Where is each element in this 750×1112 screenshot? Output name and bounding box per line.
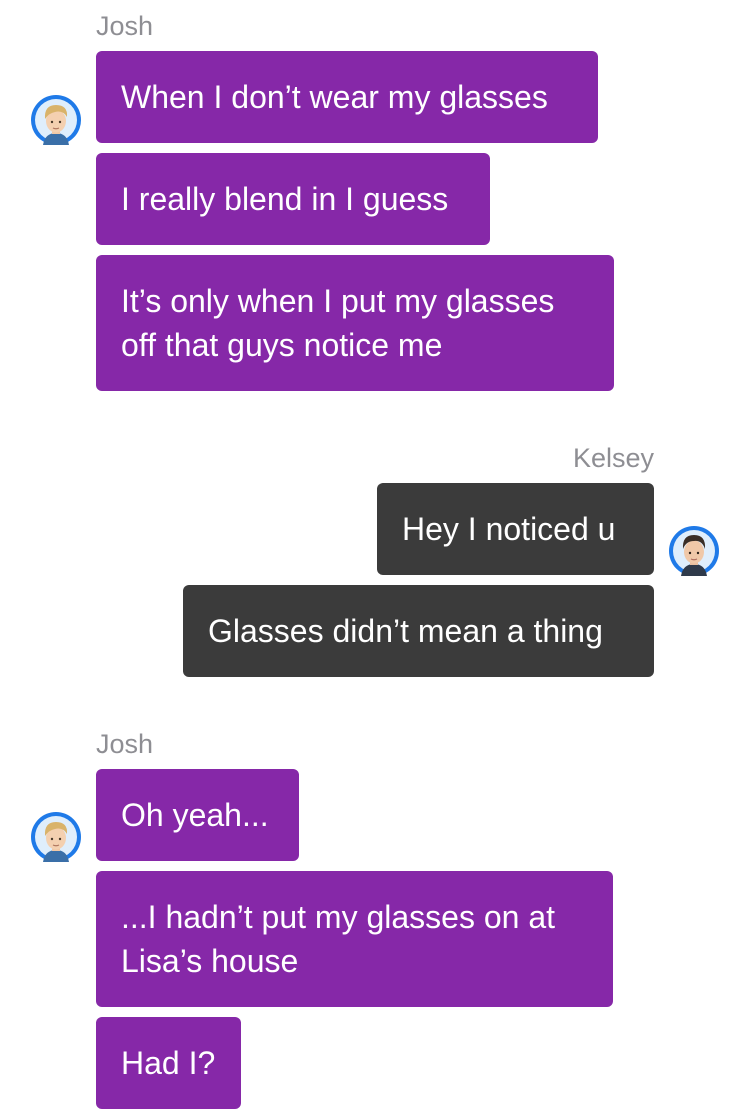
message-text: Had I? <box>121 1045 216 1081</box>
message-text: When I don’t wear my glasses <box>121 79 548 115</box>
message-text: Glasses didn’t mean a thing <box>208 613 603 649</box>
message-text: Hey I noticed u <box>402 511 616 547</box>
sender-name: Kelsey <box>572 443 654 473</box>
message-bubble[interactable]: It’s only when I put my glasses off that… <box>96 255 614 391</box>
message-text: I really blend in I guess <box>121 181 449 217</box>
message-text-line: Lisa’s house <box>121 943 299 979</box>
message-bubble[interactable]: When I don’t wear my glasses <box>96 51 598 143</box>
message-text-line: It’s only when I put my glasses <box>121 283 555 319</box>
sender-name: Josh <box>96 11 154 41</box>
message-bubble[interactable]: Oh yeah... <box>96 769 299 861</box>
blond-guy-avatar-icon[interactable] <box>31 95 81 145</box>
message-bubble[interactable]: ...I hadn’t put my glasses on at Lisa’s … <box>96 871 613 1007</box>
sender-name: Josh <box>96 729 154 759</box>
message-bubble[interactable]: I really blend in I guess <box>96 153 490 245</box>
message-bubble[interactable]: Glasses didn’t mean a thing <box>183 585 654 677</box>
message-text-line: ...I hadn’t put my glasses on at <box>121 899 556 935</box>
blond-guy-avatar-icon[interactable] <box>31 812 81 862</box>
dark-hair-guy-avatar-icon[interactable] <box>669 526 719 576</box>
message-bubble[interactable]: Had I? <box>96 1017 241 1109</box>
message-text-line: off that guys notice me <box>121 327 443 363</box>
message-bubble[interactable]: Hey I noticed u <box>377 483 654 575</box>
message-text: Oh yeah... <box>121 797 269 833</box>
